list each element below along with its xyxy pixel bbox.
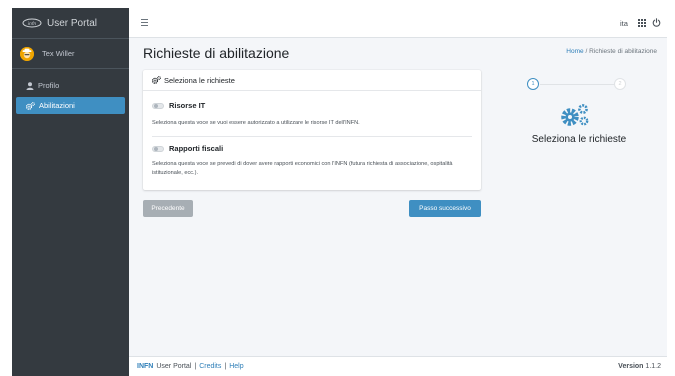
page-title: Richieste di abilitazione — [143, 45, 290, 61]
grid-icon[interactable] — [638, 19, 646, 27]
breadcrumb-separator: / — [585, 48, 588, 55]
option-description: Seleziona questa voce se vuoi essere aut… — [152, 120, 360, 126]
footer-separator: | — [224, 363, 227, 370]
infn-logo-icon: infn — [22, 18, 42, 28]
footer-separator: | — [194, 363, 197, 370]
user-panel[interactable]: Tex Willer — [12, 39, 129, 69]
sidebar-item-label: Profilo — [38, 81, 60, 90]
footer-brand: INFN — [137, 363, 154, 370]
hamburger-icon[interactable] — [141, 19, 148, 28]
card-header-title: Seleziona le richieste — [164, 75, 235, 85]
requests-card: Seleziona le richieste Risorse IT Selezi… — [143, 70, 481, 190]
step-label: Seleziona le richieste — [531, 134, 627, 145]
footer: INFN User Portal | Credits | Help Versio… — [129, 356, 667, 376]
sidebar-item-profilo[interactable]: Profilo — [16, 77, 125, 94]
user-icon — [26, 81, 34, 90]
breadcrumb-home-link[interactable]: Home — [566, 48, 583, 55]
cogs-icon — [561, 104, 589, 126]
sidebar-item-abilitazioni[interactable]: Abilitazioni — [16, 97, 125, 114]
content-wrapper: Richieste di abilitazione Home / Richies… — [129, 38, 667, 356]
power-icon[interactable] — [652, 18, 661, 27]
option-title: Rapporti fiscali — [169, 144, 224, 153]
divider — [152, 136, 472, 137]
breadcrumb: Home / Richieste di abilitazione — [566, 48, 657, 55]
rapporti-fiscali-toggle[interactable] — [152, 145, 164, 152]
option-title: Risorse IT — [169, 101, 206, 110]
step-1: 1 — [527, 78, 539, 90]
option-description: Seleziona questa voce se prevedi di dove… — [152, 161, 453, 176]
cogs-icon — [152, 76, 161, 84]
version-label: Version — [618, 363, 644, 370]
breadcrumb-current: Richieste di abilitazione — [589, 48, 657, 55]
risorse-it-toggle[interactable] — [152, 102, 164, 109]
cogs-icon — [26, 101, 35, 110]
card-header: Seleziona le richieste — [143, 70, 481, 91]
stepper-line — [540, 84, 616, 85]
brand-link[interactable]: infn User Portal — [12, 8, 129, 39]
credits-link[interactable]: Credits — [199, 363, 221, 370]
sidebar-item-label: Abilitazioni — [39, 101, 75, 110]
user-name: Tex Willer — [42, 49, 75, 58]
app-title: User Portal — [47, 17, 98, 29]
option-risorse-it: Risorse IT Seleziona questa voce se vuoi… — [152, 101, 472, 128]
user-avatar-icon — [20, 46, 34, 61]
top-navbar: ita — [129, 8, 667, 38]
footer-portal: User Portal — [156, 363, 192, 370]
previous-button[interactable]: Precedente — [143, 200, 193, 217]
language-selector[interactable]: ita — [620, 19, 628, 28]
sidebar-nav: Profilo Abilitazioni — [12, 69, 129, 114]
help-link[interactable]: Help — [229, 363, 243, 370]
version-number: 1.1.2 — [645, 363, 661, 370]
svg-text:infn: infn — [28, 21, 37, 27]
sidebar: infn User Portal Tex Willer Profilo Abil… — [12, 8, 129, 376]
step-2: 2 — [614, 78, 626, 90]
option-rapporti-fiscali: Rapporti fiscali Seleziona questa voce s… — [152, 144, 472, 178]
version-info: Version 1.1.2 — [618, 363, 661, 370]
next-step-button[interactable]: Passo successivo — [409, 200, 481, 217]
stepper: 1 2 — [527, 78, 627, 90]
